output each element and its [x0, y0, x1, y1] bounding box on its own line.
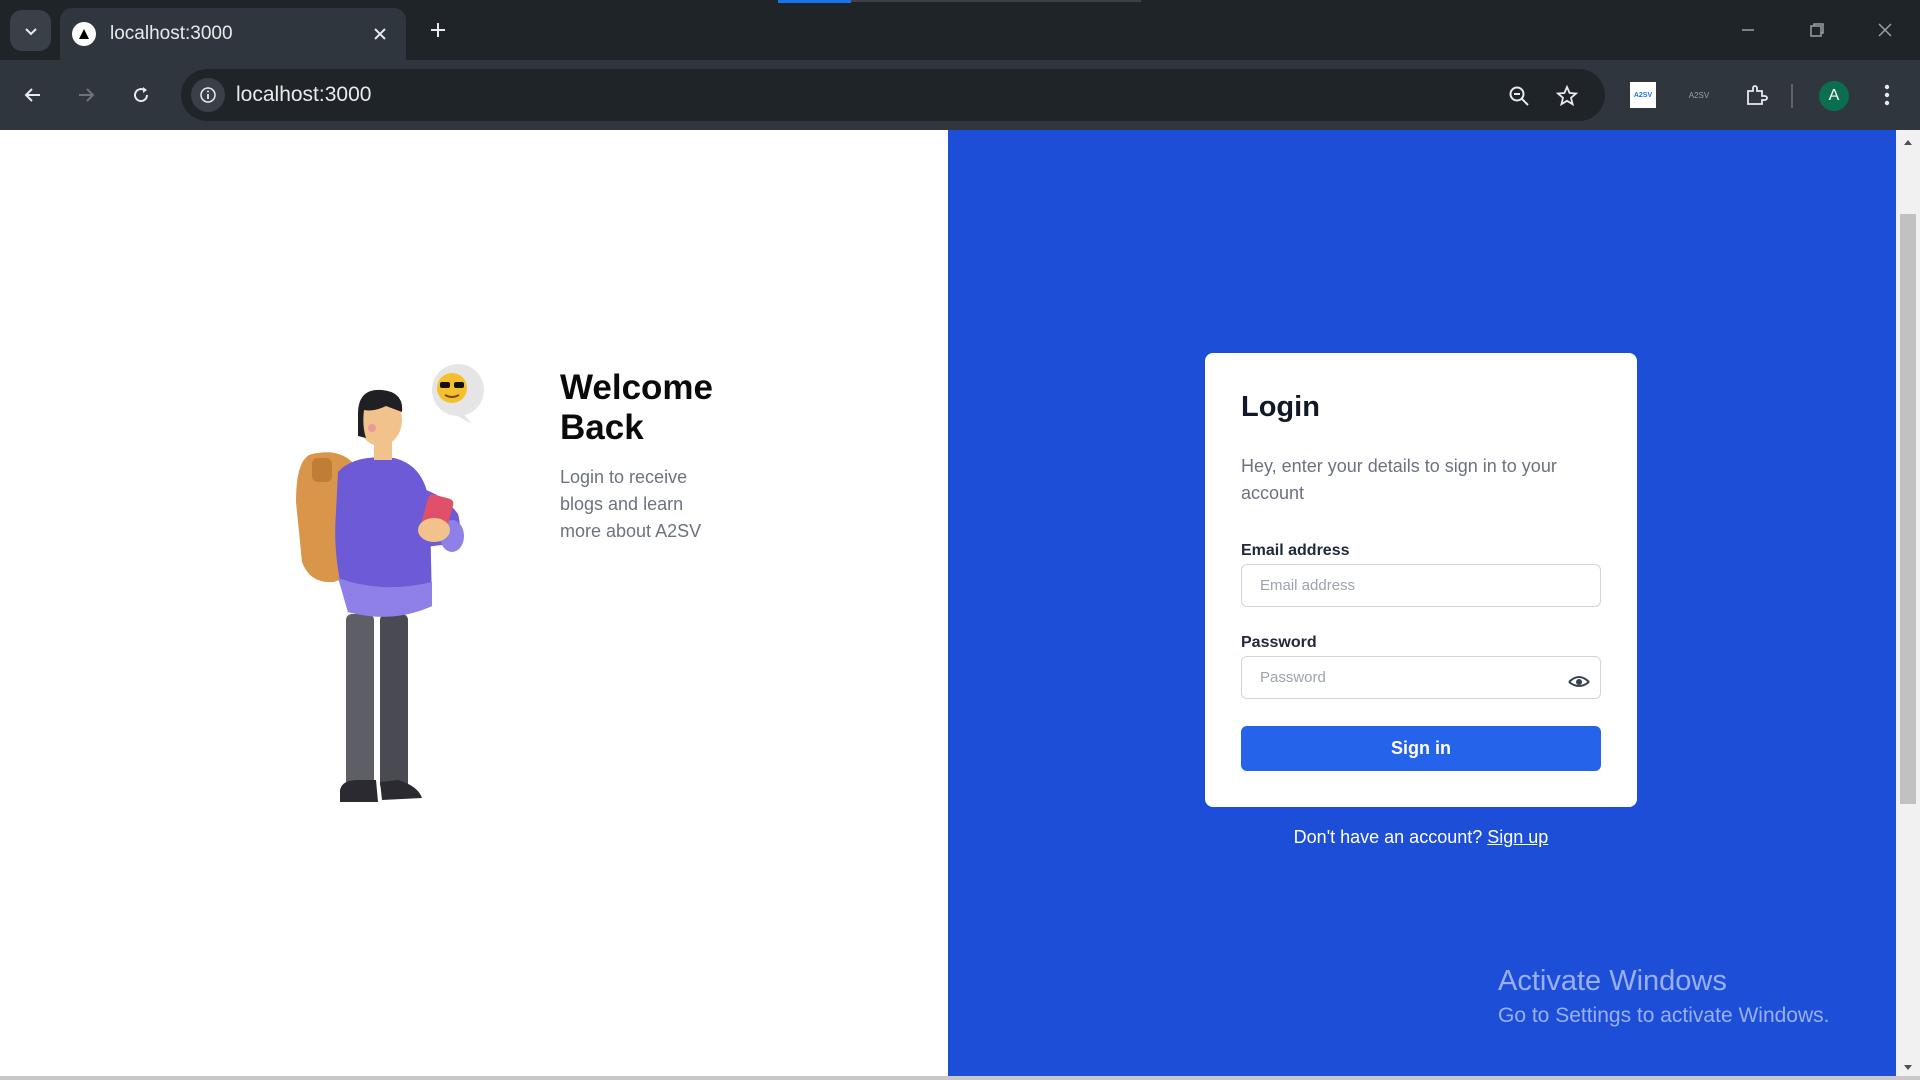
kebab-menu-icon[interactable]: [1872, 77, 1902, 113]
windows-activation-watermark: Activate Windows Go to Settings to activ…: [1498, 965, 1830, 1028]
minimize-icon[interactable]: [1728, 14, 1768, 46]
sign-in-button[interactable]: Sign in: [1241, 726, 1601, 771]
active-tab[interactable]: localhost:3000: [60, 8, 406, 60]
chevron-down-icon: [24, 27, 37, 35]
page-viewport: Welcome Back Login to receive blogs and …: [0, 130, 1896, 1080]
tab-title: localhost:3000: [110, 23, 233, 44]
close-tab-icon[interactable]: [366, 20, 394, 48]
tab-search-button[interactable]: [10, 10, 51, 51]
watermark-subtitle: Go to Settings to activate Windows.: [1498, 1004, 1830, 1027]
nextjs-favicon-icon: [72, 22, 96, 46]
bookmark-star-icon[interactable]: [1553, 82, 1581, 110]
browser-toolbar: localhost:3000 A2SV A2SV A: [0, 60, 1920, 130]
welcome-panel: Welcome Back Login to receive blogs and …: [0, 130, 948, 1080]
password-field[interactable]: [1241, 656, 1601, 699]
sign-up-link[interactable]: Sign up: [1487, 827, 1548, 847]
a2sv-secondary-extension-icon[interactable]: A2SV: [1684, 77, 1714, 113]
loading-track: [851, 0, 1141, 2]
a2sv-extension-icon[interactable]: A2SV: [1630, 82, 1656, 108]
traveler-illustration: [296, 364, 484, 802]
watermark-title: Activate Windows: [1498, 965, 1727, 997]
site-info-icon[interactable]: [191, 78, 225, 112]
email-label: Email address: [1241, 542, 1350, 559]
login-title: Login: [1241, 391, 1320, 423]
restore-icon[interactable]: [1797, 14, 1837, 46]
taskbar-edge: [0, 1076, 1920, 1080]
welcome-subtitle: Login to receive blogs and learn more ab…: [560, 467, 702, 541]
vertical-scrollbar[interactable]: [1896, 130, 1920, 1080]
url-text: localhost:3000: [236, 83, 372, 106]
reload-icon[interactable]: [123, 77, 159, 113]
toggle-password-visibility-icon[interactable]: [1565, 669, 1593, 693]
forward-icon[interactable]: [68, 77, 104, 113]
login-subtitle: Hey, enter your details to sign in to yo…: [1241, 456, 1557, 503]
login-card: Login Hey, enter your details to sign in…: [1205, 353, 1637, 807]
welcome-title: Welcome Back: [560, 368, 714, 447]
loading-indicator: [778, 0, 851, 3]
new-tab-icon[interactable]: [424, 16, 452, 44]
signup-prompt: Don't have an account?: [1293, 827, 1483, 847]
toolbar-separator: [1791, 84, 1793, 108]
profile-avatar[interactable]: A: [1819, 81, 1849, 111]
address-bar[interactable]: localhost:3000: [181, 69, 1605, 121]
zoom-icon[interactable]: [1505, 82, 1533, 110]
password-label: Password: [1241, 634, 1317, 651]
email-field[interactable]: [1241, 564, 1601, 607]
scroll-down-arrow-icon[interactable]: [1896, 1058, 1920, 1078]
tab-strip: localhost:3000: [0, 0, 1920, 60]
signup-row: Don't have an account? Sign up: [1205, 827, 1637, 848]
scroll-up-arrow-icon[interactable]: [1896, 132, 1920, 152]
close-window-icon[interactable]: [1865, 14, 1905, 46]
login-panel: Login Hey, enter your details to sign in…: [948, 130, 1896, 1080]
back-icon[interactable]: [15, 77, 51, 113]
scrollbar-thumb[interactable]: [1900, 214, 1916, 804]
extensions-puzzle-icon[interactable]: [1738, 77, 1774, 113]
